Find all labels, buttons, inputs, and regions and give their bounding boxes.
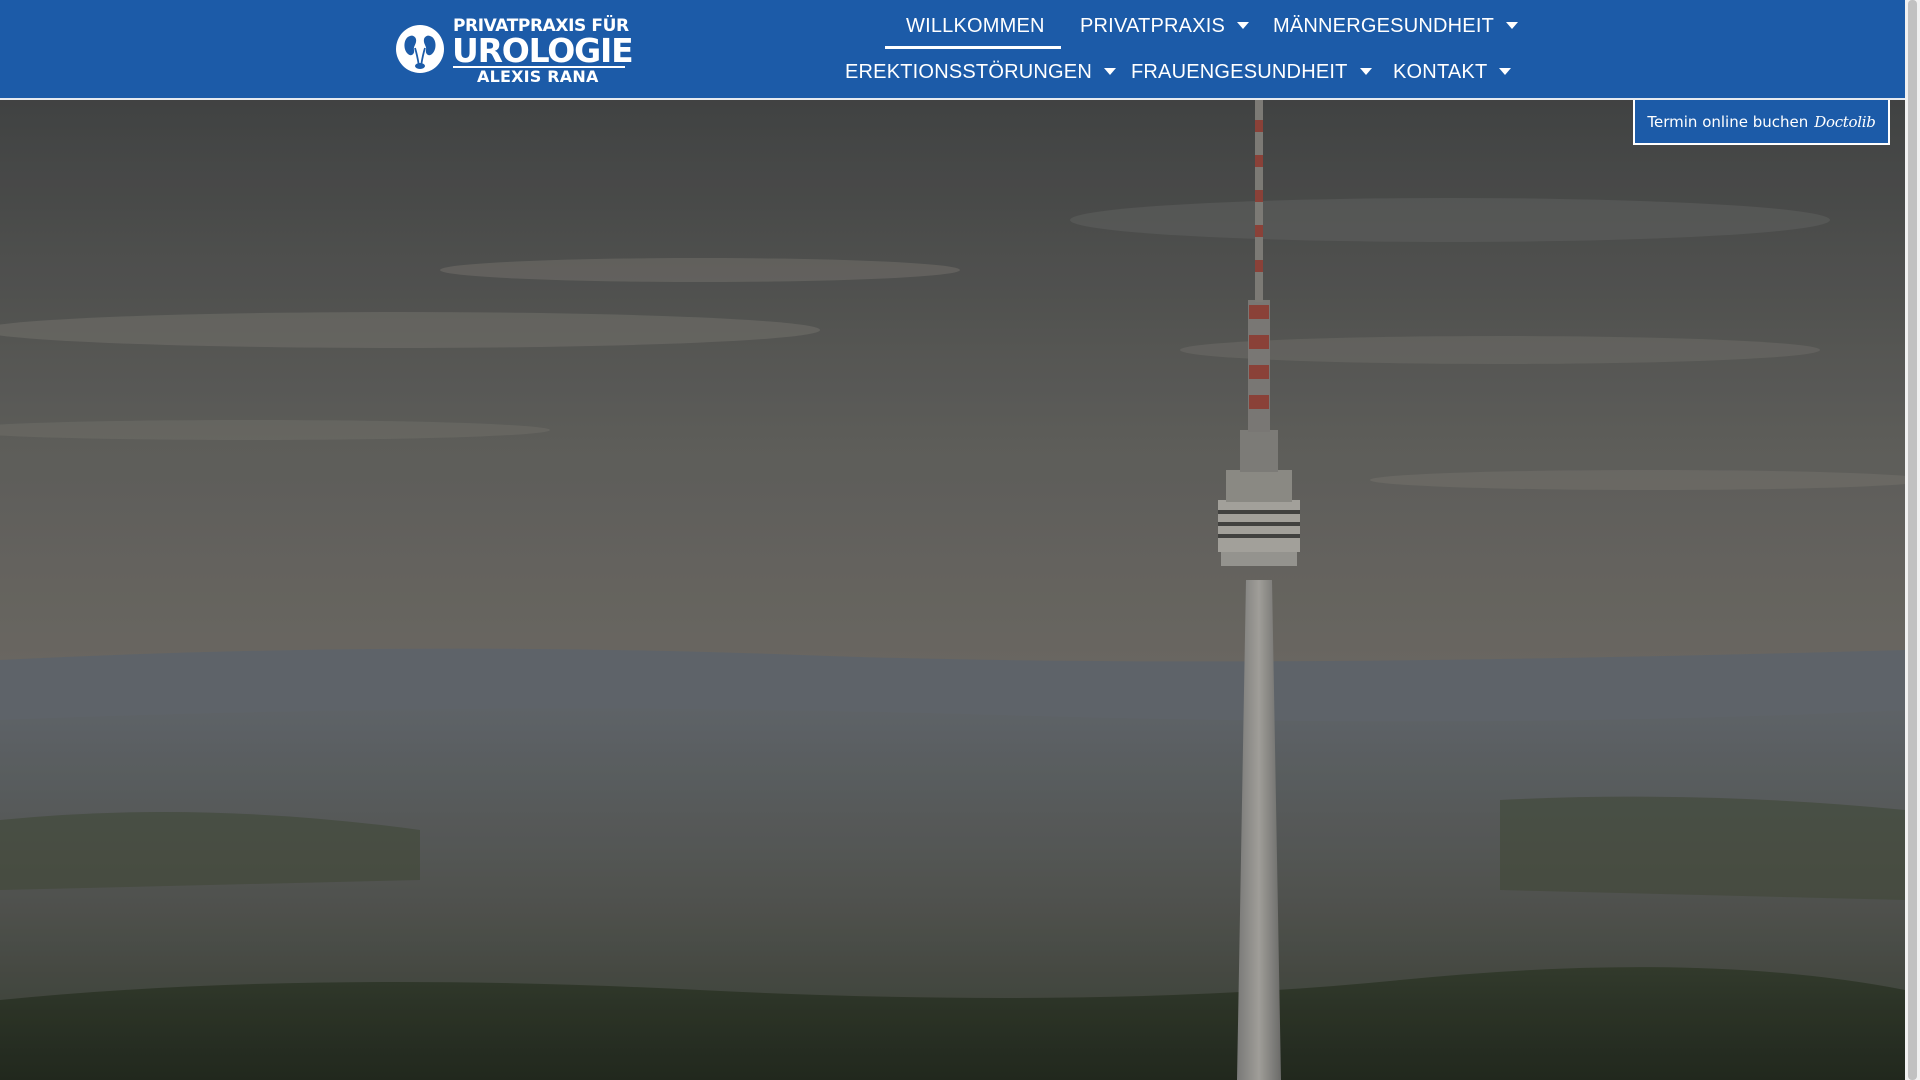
nav-active-indicator bbox=[885, 46, 1061, 49]
nav-item-label: MÄNNERGESUNDHEIT bbox=[1273, 15, 1494, 37]
site-header: PRIVATPRAXIS FÜR UROLOGIE ALEXIS RANA WI… bbox=[0, 0, 1905, 100]
kidney-icon bbox=[396, 25, 444, 73]
logo-line-2: UROLOGIE bbox=[452, 31, 634, 70]
caret-down-icon bbox=[1237, 22, 1250, 30]
doctolib-logo: Doctolib bbox=[1814, 112, 1876, 131]
nav-item-label: FRAUENGESUNDHEIT bbox=[1131, 61, 1348, 83]
page-scrollbar[interactable] bbox=[1905, 0, 1920, 1080]
hero-image bbox=[0, 100, 1905, 1080]
nav-item-kontakt[interactable]: KONTAKT bbox=[1393, 61, 1512, 84]
stuttgart-tv-tower-photo bbox=[0, 100, 1905, 1080]
caret-down-icon bbox=[1499, 68, 1512, 76]
nav-item-frauengesundheit[interactable]: FRAUENGESUNDHEIT bbox=[1131, 61, 1372, 84]
nav-item-maennergesundheit[interactable]: MÄNNERGESUNDHEIT bbox=[1273, 15, 1518, 38]
nav-item-privatpraxis[interactable]: PRIVATPRAXIS bbox=[1080, 15, 1250, 38]
nav-item-label: EREKTIONSSTÖRUNGEN bbox=[845, 61, 1092, 83]
practice-logo[interactable]: PRIVATPRAXIS FÜR UROLOGIE ALEXIS RANA bbox=[395, 16, 634, 86]
nav-item-label: KONTAKT bbox=[1393, 61, 1488, 83]
caret-down-icon bbox=[1506, 22, 1518, 30]
nav-item-erektionsstoerungen[interactable]: EREKTIONSSTÖRUNGEN bbox=[845, 61, 1116, 84]
book-appointment-button[interactable]: Termin online buchen Doctolib bbox=[1633, 100, 1890, 145]
nav-item-willkommen[interactable]: WILLKOMMEN bbox=[906, 15, 1045, 38]
book-appointment-label: Termin online buchen bbox=[1647, 112, 1809, 131]
logo-line-3: ALEXIS RANA bbox=[477, 67, 599, 86]
caret-down-icon bbox=[1359, 68, 1372, 76]
nav-item-label: PRIVATPRAXIS bbox=[1080, 15, 1226, 37]
caret-down-icon bbox=[1103, 68, 1116, 76]
scrollbar-thumb[interactable] bbox=[1908, 0, 1917, 1080]
nav-item-label: WILLKOMMEN bbox=[906, 15, 1045, 37]
